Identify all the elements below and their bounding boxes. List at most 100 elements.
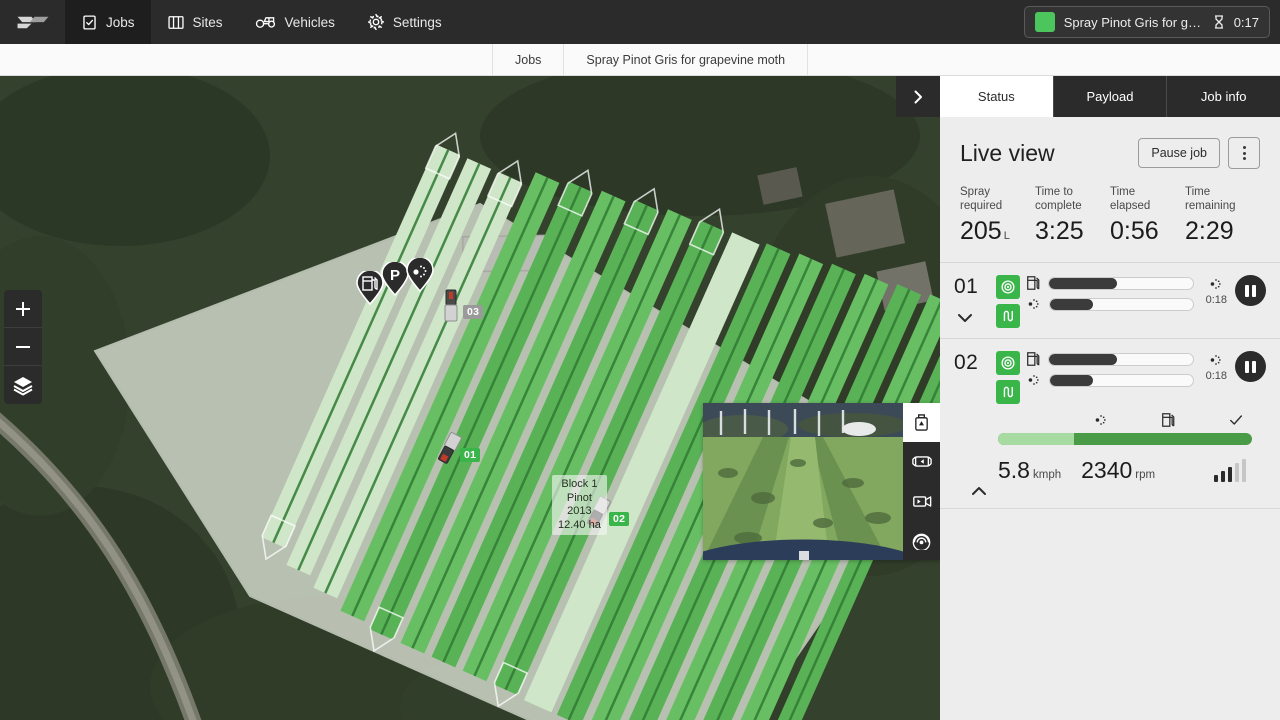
- vehicle-pause-button-01[interactable]: [1235, 275, 1266, 306]
- target-ok-icon: [996, 351, 1020, 375]
- zoom-in-button[interactable]: [4, 290, 42, 328]
- breadcrumb-item-jobs[interactable]: Jobs: [493, 44, 565, 75]
- rp-logo[interactable]: [0, 0, 65, 44]
- fuel-bar-track: [1048, 352, 1194, 366]
- side-panel: Status Payload Job info Live view Pause …: [940, 76, 1280, 720]
- stat-label-line2: elapsed: [1110, 199, 1151, 212]
- active-job-chip[interactable]: Spray Pinot Gris for gr… 0:17: [1023, 6, 1270, 38]
- job-timeline-track[interactable]: [998, 433, 1252, 445]
- nav-item-sites[interactable]: Sites: [151, 0, 239, 44]
- spray-nozzle-icon: [1210, 279, 1221, 289]
- nav-item-settings[interactable]: Settings: [351, 0, 458, 44]
- camera-rear-icon: [911, 456, 932, 468]
- nav-label-settings: Settings: [392, 14, 442, 30]
- stat-label-line2: remaining: [1185, 199, 1236, 212]
- vehicle-row-01[interactable]: 01 0:18: [940, 263, 1280, 339]
- more-options-button[interactable]: [1228, 137, 1260, 169]
- stat-time-to-complete: Time to complete 3:25: [1035, 186, 1110, 246]
- vehicle-eta-time: 0:18: [1205, 294, 1227, 306]
- pause-icon: [1245, 360, 1256, 373]
- vehicle-summary: 01 0:18: [954, 275, 1266, 328]
- stat-number: 205: [960, 217, 1002, 245]
- nav-label-jobs: Jobs: [106, 14, 135, 30]
- stat-unit: L: [1003, 230, 1010, 242]
- route-glyph: [1003, 310, 1013, 322]
- rail-button-radar[interactable]: [903, 521, 940, 560]
- breadcrumb: Jobs Spray Pinot Gris for grapevine moth: [0, 44, 1280, 76]
- zoom-out-button[interactable]: [4, 328, 42, 366]
- kebab-dot: [1242, 157, 1246, 160]
- chevron-up-icon: [972, 487, 986, 495]
- metric-speed: 5.8 kmph: [998, 457, 1061, 484]
- minus-icon: [16, 345, 30, 348]
- live-view-row: Live view Pause job: [960, 137, 1260, 169]
- route-ok-icon: [996, 304, 1020, 328]
- rail-button-tank[interactable]: [903, 403, 940, 443]
- kebab-dot: [1242, 146, 1246, 149]
- pause-job-button[interactable]: Pause job: [1138, 138, 1220, 168]
- metric-rpm-unit: rpm: [1135, 469, 1156, 481]
- job-stats: Spray required 205 L Time to complete 3:2…: [960, 186, 1260, 246]
- map-vehicle-badge-01: 01: [460, 448, 481, 462]
- vehicle-actions: 0:18: [1194, 351, 1266, 382]
- nav-item-jobs[interactable]: Jobs: [65, 0, 151, 44]
- camera-front-icon: [912, 495, 931, 507]
- vehicle-expand-toggle-01[interactable]: [954, 313, 976, 323]
- route-glyph: [1003, 386, 1013, 398]
- map-layers-button[interactable]: [4, 366, 42, 404]
- spray-nozzle-icon: [1095, 415, 1106, 425]
- vehicle-collapse-toggle-02[interactable]: [968, 486, 990, 496]
- live-camera-panel[interactable]: [703, 403, 940, 560]
- svg-text:P: P: [390, 267, 400, 284]
- vehicle-fuel-line: [1026, 351, 1194, 367]
- fuel-bar-track: [1048, 276, 1194, 290]
- fuel-bar-fill: [1049, 277, 1117, 289]
- vehicle-row-02[interactable]: 02 0:18 5.8 kmph 2340 rpm: [940, 339, 1280, 509]
- panel-tabs: Status Payload Job info: [940, 76, 1280, 117]
- stat-time-elapsed: Time elapsed 0:56: [1110, 186, 1185, 246]
- map-controls: [4, 290, 42, 404]
- job-chip-timer: 0:17: [1233, 14, 1259, 30]
- map-pin-spray-fill[interactable]: [405, 256, 435, 293]
- radar-sensor-icon: [912, 533, 931, 550]
- spray-nozzle-icon: [1210, 355, 1221, 365]
- page-title: Live view: [960, 139, 1055, 166]
- nav-item-vehicles[interactable]: Vehicles: [239, 0, 351, 44]
- tab-job-info[interactable]: Job info: [1167, 76, 1280, 117]
- job-timeline-done: [998, 433, 1075, 445]
- stat-label-line1: Time: [1185, 186, 1211, 198]
- stat-value: 3:25: [1035, 217, 1084, 245]
- vehicle-list: 01 0:18 02 0:18 5.8 kmph 2340 rpm: [940, 262, 1280, 509]
- stat-value: 205 L: [960, 217, 1035, 246]
- breadcrumb-item-job[interactable]: Spray Pinot Gris for grapevine moth: [564, 44, 809, 75]
- signal-strength-icon: [1213, 459, 1253, 482]
- tab-status[interactable]: Status: [940, 76, 1054, 117]
- map-vehicle-03[interactable]: 03: [443, 289, 484, 328]
- map-vehicle-badge-02: 02: [609, 512, 630, 526]
- top-navigation: Jobs Sites Vehicles Settings Spray Pinot…: [0, 0, 1280, 44]
- check-icon: [1230, 415, 1242, 425]
- metric-rpm: 2340 rpm: [1081, 457, 1155, 484]
- rail-button-camera-rear[interactable]: [903, 442, 940, 481]
- vehicle-id-column: 01: [954, 275, 996, 323]
- map-view[interactable]: P 03 01 02 Block 1 Pinot 2013 12.40 ha: [0, 76, 940, 720]
- timeline-markers: [998, 412, 1252, 428]
- vehicle-details-02: 5.8 kmph 2340 rpm: [954, 404, 1266, 498]
- rail-button-camera-front[interactable]: [903, 482, 940, 521]
- camera-feed[interactable]: [703, 403, 903, 560]
- vehicle-actions: 0:18: [1194, 275, 1266, 306]
- expand-map-button[interactable]: [896, 76, 940, 117]
- tank-icon: [915, 414, 928, 431]
- pause-icon: [1245, 284, 1256, 297]
- fuel-pump-icon: [1162, 413, 1175, 427]
- vehicle-pause-button-02[interactable]: [1235, 351, 1266, 382]
- vehicle-progress-bars: [1026, 275, 1194, 312]
- tab-payload[interactable]: Payload: [1053, 76, 1168, 117]
- document-check-icon: [83, 14, 96, 30]
- stat-label-line2: required: [960, 199, 1003, 212]
- stat-label-line1: Spray: [960, 186, 991, 198]
- map-vehicle-02[interactable]: 02: [587, 496, 630, 535]
- breadcrumb-spacer: [0, 44, 493, 75]
- map-vehicle-01[interactable]: 01: [438, 432, 481, 471]
